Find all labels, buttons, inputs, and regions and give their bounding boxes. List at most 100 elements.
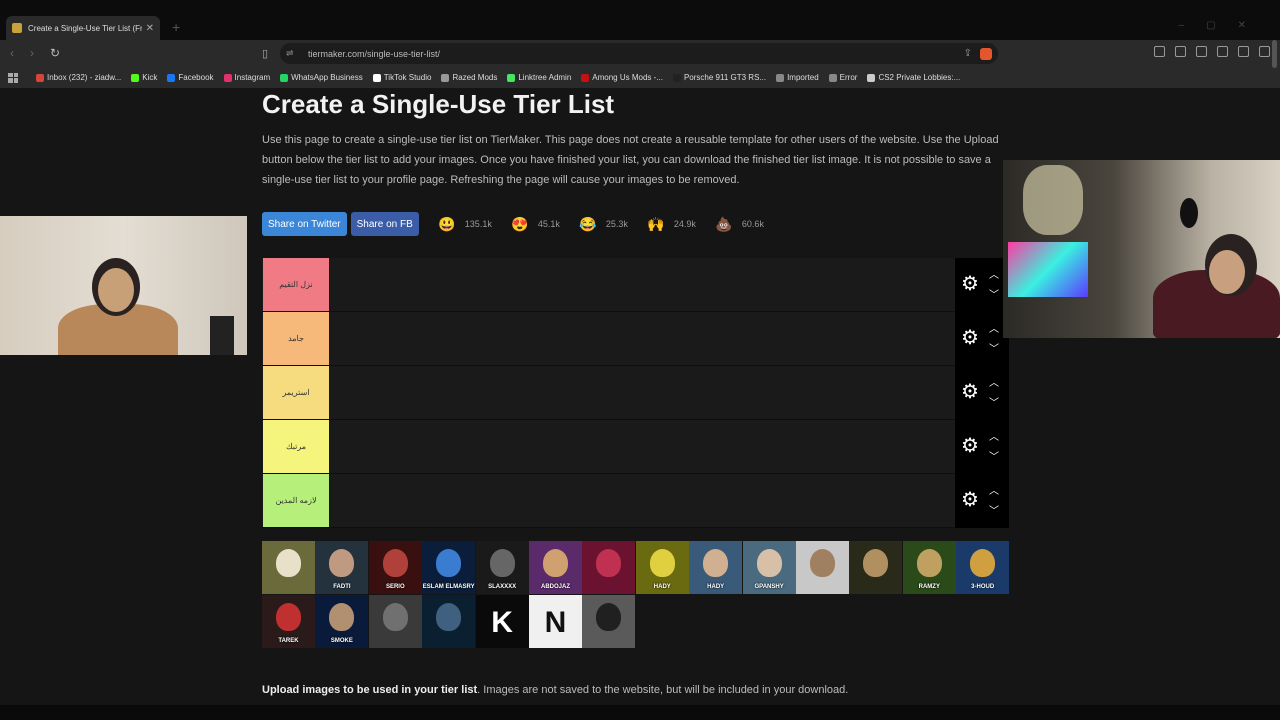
tier-item-image[interactable]: HADY — [635, 541, 689, 594]
page-title: Create a Single-Use Tier List — [262, 89, 615, 119]
bookmark-item[interactable]: WhatsApp Business — [280, 73, 363, 82]
reaction-button[interactable]: 💩 60.6k — [714, 214, 764, 234]
apps-icon[interactable] — [8, 72, 18, 83]
extensions-icon[interactable] — [1154, 46, 1165, 57]
bookmark-item[interactable]: Facebook — [167, 73, 214, 82]
bookmark-page-icon[interactable]: ▯ — [262, 47, 268, 60]
gear-icon[interactable]: ⚙ — [961, 490, 979, 510]
share-icon[interactable]: ⇪ — [964, 48, 972, 59]
tier-item-image[interactable] — [368, 595, 422, 648]
tiermaker-favicon-icon — [12, 23, 22, 33]
tier-label[interactable]: مرتبك — [263, 420, 329, 473]
tab-title: Create a Single-Use Tier List (Fr — [28, 23, 142, 33]
tier-item-image[interactable]: GPANSHY — [742, 541, 796, 594]
tier-item-image[interactable]: SLAXXXX — [475, 541, 529, 594]
bookmark-item[interactable]: Porsche 911 GT3 RS... — [672, 73, 766, 82]
chevron-down-icon[interactable]: ﹀ — [989, 340, 999, 355]
chevron-up-icon[interactable]: ︿ — [989, 428, 999, 443]
share-fb-button[interactable]: Share on FB — [350, 212, 419, 236]
tier-label[interactable]: نزل التقيم — [263, 258, 329, 311]
tier-item-image[interactable]: HADY — [689, 541, 743, 594]
url-text: tiermaker.com/single-use-tier-list/ — [308, 48, 441, 59]
chevron-down-icon[interactable]: ﹀ — [989, 394, 999, 409]
music-icon[interactable] — [1196, 46, 1207, 57]
tier-item-image[interactable] — [262, 541, 315, 594]
avatar — [329, 603, 355, 631]
bookmark-label: WhatsApp Business — [291, 73, 363, 82]
gear-icon[interactable]: ⚙ — [961, 436, 979, 456]
back-icon[interactable]: ‹ — [10, 46, 14, 60]
tier-item-image[interactable]: N — [529, 595, 582, 648]
tier-item-image[interactable]: K — [475, 595, 529, 648]
tier-drop-zone[interactable] — [329, 474, 955, 527]
browser-tab[interactable]: Create a Single-Use Tier List (Fr ✕ — [6, 16, 160, 40]
bookmark-item[interactable]: Inbox (232) - ziadw... — [36, 73, 121, 82]
reaction-button[interactable]: 😍 45.1k — [510, 214, 560, 234]
tier-item-image[interactable] — [849, 541, 903, 594]
window-controls[interactable]: –▢✕ — [1179, 20, 1268, 31]
reaction-button[interactable]: 😂 25.3k — [578, 214, 628, 234]
tier-item-image[interactable] — [796, 541, 849, 594]
forward-icon[interactable]: › — [30, 46, 34, 60]
gear-icon[interactable]: ⚙ — [961, 328, 979, 348]
tier-drop-zone[interactable] — [329, 420, 955, 473]
split-view-icon[interactable] — [1238, 46, 1249, 57]
image-caption: SMOKE — [330, 638, 353, 644]
bookmark-item[interactable]: Kick — [131, 73, 157, 82]
menu-icon[interactable] — [1259, 46, 1270, 57]
tier-label[interactable]: لازمه المدين — [263, 474, 329, 527]
bookmark-item[interactable]: Among Us Mods -... — [581, 73, 663, 82]
bookmarks-bar: Inbox (232) - ziadw... Kick Facebook Instag… — [0, 67, 1280, 88]
site-info-icon[interactable]: ⇌ — [286, 48, 298, 59]
new-tab-button[interactable]: + — [172, 19, 180, 35]
bookmark-item[interactable]: Instagram — [223, 73, 270, 82]
tier-item-image[interactable] — [422, 595, 476, 648]
tier-drop-zone[interactable] — [329, 258, 955, 311]
tier-label[interactable]: جامد — [263, 312, 329, 365]
share-twitter-button[interactable]: Share on Twitter — [262, 212, 347, 236]
tier-item-image[interactable] — [582, 541, 636, 594]
tier-item-image[interactable]: 3-HOUD — [956, 541, 1010, 594]
chevron-down-icon[interactable]: ﹀ — [989, 286, 999, 301]
gear-icon[interactable]: ⚙ — [961, 382, 979, 402]
bookmark-favicon-icon — [223, 73, 232, 82]
chevron-up-icon[interactable]: ︿ — [989, 266, 999, 281]
bookmark-favicon-icon — [581, 73, 590, 82]
reaction-button[interactable]: 😃 135.1k — [437, 214, 492, 234]
brave-shields-icon[interactable] — [980, 47, 992, 60]
tier-drop-zone[interactable] — [329, 366, 955, 419]
tier-controls: ⚙ ︿ ﹀ — [955, 420, 1009, 474]
tier-item-image[interactable]: SMOKE — [315, 595, 369, 648]
tier-item-image[interactable]: SERIO — [368, 541, 422, 594]
sidebar-icon[interactable] — [1217, 46, 1228, 57]
tier-item-image[interactable]: FADTI — [315, 541, 369, 594]
avatar — [863, 549, 889, 577]
bookmark-item[interactable]: Linktree Admin — [507, 73, 571, 82]
gear-icon[interactable]: ⚙ — [961, 274, 979, 294]
reload-icon[interactable]: ↻ — [50, 46, 60, 60]
wallet-icon[interactable] — [1175, 46, 1186, 57]
scrollbar-thumb[interactable] — [1272, 40, 1277, 68]
address-bar[interactable]: ⇌ tiermaker.com/single-use-tier-list/ ⇪ — [280, 43, 998, 64]
tier-item-image[interactable]: ESLAM ELMASRY — [422, 541, 476, 594]
bookmark-item[interactable]: Razed Mods — [441, 73, 497, 82]
tier-item-image[interactable]: RAMZY — [902, 541, 956, 594]
bookmark-item[interactable]: Error — [828, 73, 857, 82]
chevron-up-icon[interactable]: ︿ — [989, 320, 999, 335]
tier-item-image[interactable]: ABDOJAZ — [529, 541, 582, 594]
tier-controls: ⚙ ︿ ﹀ — [955, 258, 1009, 312]
tier-drop-zone[interactable] — [329, 312, 955, 365]
tier-item-image[interactable]: TAREK — [262, 595, 315, 648]
chevron-down-icon[interactable]: ﹀ — [989, 502, 999, 517]
chevron-up-icon[interactable]: ︿ — [989, 482, 999, 497]
tier-item-image[interactable] — [582, 595, 636, 648]
bookmark-item[interactable]: TikTok Studio — [372, 73, 431, 82]
bookmark-item[interactable]: Imported — [776, 73, 819, 82]
chevron-down-icon[interactable]: ﹀ — [989, 448, 999, 463]
bookmark-item[interactable]: CS2 Private Lobbies:... — [867, 73, 960, 82]
bookmark-label: Inbox (232) - ziadw... — [47, 73, 122, 82]
chevron-up-icon[interactable]: ︿ — [989, 374, 999, 389]
close-tab-icon[interactable]: ✕ — [146, 23, 154, 34]
tier-label[interactable]: استريمر — [263, 366, 329, 419]
reaction-button[interactable]: 🙌 24.9k — [646, 214, 696, 234]
